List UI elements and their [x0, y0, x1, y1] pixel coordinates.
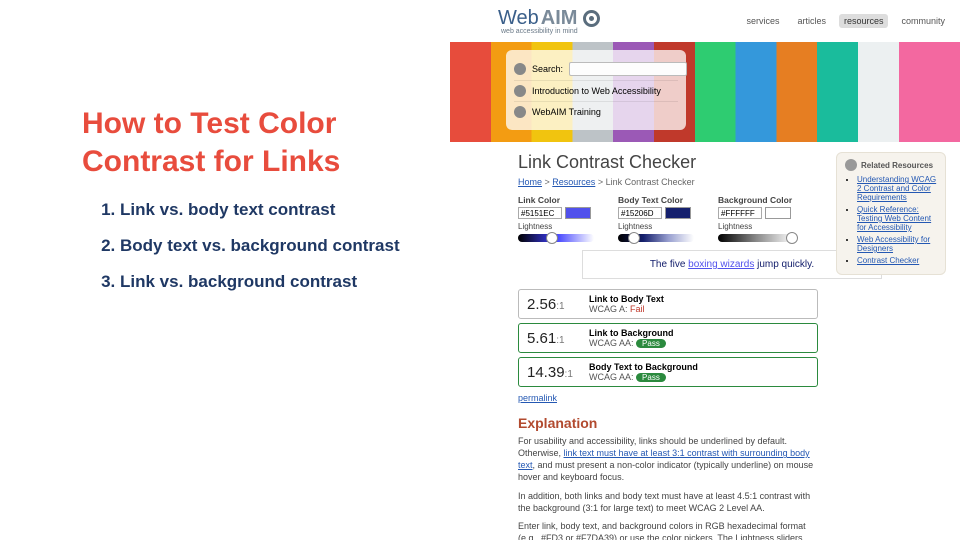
search-input[interactable]: [569, 62, 687, 76]
result-link-to-bg: 5.61:1 Link to Background WCAG AA: Pass: [518, 323, 818, 353]
sidebar-title: Related Resources: [845, 159, 937, 171]
top-nav: services articles resources community: [741, 14, 950, 28]
sample-post: jump quickly.: [754, 259, 814, 270]
body-color-label: Body Text Color: [618, 195, 698, 205]
result-level: WCAG AA:: [589, 338, 634, 348]
logo-tagline: web accessibility in mind: [498, 28, 600, 35]
ratio-value: 5.61: [527, 330, 556, 347]
bg-color-swatch[interactable]: [765, 207, 791, 219]
result-title: Link to Body Text: [589, 294, 809, 304]
color-inputs-row: Link Color Lightness Body Text Color Lig…: [518, 195, 798, 242]
link-color-box: Link Color Lightness: [518, 195, 598, 242]
explanation-p3: Enter link, body text, and background co…: [518, 520, 818, 540]
logo-text-aim: AIM: [541, 7, 578, 30]
body-lightness-slider[interactable]: [618, 234, 694, 242]
result-title: Link to Background: [589, 328, 809, 338]
hero-link-intro[interactable]: Introduction to Web Accessibility: [532, 86, 661, 96]
result-link-to-body: 2.56:1 Link to Body Text WCAG A: Fail: [518, 289, 818, 319]
sidebar-link[interactable]: Quick Reference: Testing Web Content for…: [857, 205, 931, 232]
explanation-p1: For usability and accessibility, links s…: [518, 435, 818, 484]
result-title: Body Text to Background: [589, 362, 809, 372]
search-label: Search:: [532, 64, 563, 74]
nav-link-articles[interactable]: articles: [792, 14, 831, 28]
slide-list: Link vs. body text contrast Body text vs…: [82, 200, 432, 292]
breadcrumb-current: Link Contrast Checker: [606, 177, 695, 187]
sidebar-link[interactable]: Web Accessibility for Designers: [857, 235, 930, 253]
hero-link-training[interactable]: WebAIM Training: [532, 107, 601, 117]
nav-link-services[interactable]: services: [741, 14, 784, 28]
link-color-label: Link Color: [518, 195, 598, 205]
body-color-hex-input[interactable]: [618, 207, 662, 219]
ratio-value: 2.56: [527, 296, 556, 313]
result-body-to-bg: 14.39:1 Body Text to Background WCAG AA:…: [518, 357, 818, 387]
result-status: Fail: [630, 304, 645, 314]
bg-lightness-slider[interactable]: [718, 234, 794, 242]
ratio-value: 14.39: [527, 364, 565, 381]
sidebar-link[interactable]: Contrast Checker: [857, 256, 919, 265]
body-color-swatch[interactable]: [665, 207, 691, 219]
logo-text-web: Web: [498, 7, 539, 30]
link-lightness-slider[interactable]: [518, 234, 594, 242]
lightness-label: Lightness: [618, 222, 698, 231]
nav-link-resources[interactable]: resources: [839, 14, 889, 28]
lightness-label: Lightness: [718, 222, 798, 231]
nav-link-community[interactable]: community: [896, 14, 950, 28]
slide-list-item: Link vs. background contrast: [120, 272, 432, 292]
sample-pre: The five: [650, 259, 688, 270]
breadcrumb-resources[interactable]: Resources: [552, 177, 595, 187]
result-status: Pass: [636, 339, 666, 348]
topbar: WebAIM web accessibility in mind service…: [450, 0, 960, 42]
slide-title: How to Test Color Contrast for Links: [82, 105, 432, 180]
search-icon: [514, 63, 526, 75]
webaim-screenshot: WebAIM web accessibility in mind service…: [450, 0, 960, 540]
bulb-icon: [514, 85, 526, 97]
sidebar-link[interactable]: Understanding WCAG 2 Contrast and Color …: [857, 175, 936, 202]
breadcrumb-home[interactable]: Home: [518, 177, 542, 187]
gear-icon: [583, 10, 600, 27]
sample-link[interactable]: boxing wizards: [688, 259, 754, 270]
bg-color-label: Background Color: [718, 195, 798, 205]
slide-list-item: Body text vs. background contrast: [120, 236, 432, 256]
main-content: Link Contrast Checker Home > Resources >…: [450, 142, 960, 540]
result-level: WCAG A:: [589, 304, 628, 314]
result-status: Pass: [636, 373, 666, 382]
hero-banner: Search: Introduction to Web Accessibilit…: [450, 42, 960, 142]
explanation-heading: Explanation: [518, 415, 946, 431]
result-level: WCAG AA:: [589, 372, 634, 382]
lightness-label: Lightness: [518, 222, 598, 231]
bg-color-hex-input[interactable]: [718, 207, 762, 219]
slide-list-item: Link vs. body text contrast: [120, 200, 432, 220]
explanation-p2: In addition, both links and body text mu…: [518, 490, 818, 514]
permalink-link[interactable]: permalink: [518, 393, 557, 403]
webaim-logo[interactable]: WebAIM: [498, 7, 600, 30]
link-color-swatch[interactable]: [565, 207, 591, 219]
slide-text-panel: How to Test Color Contrast for Links Lin…: [82, 105, 432, 308]
bg-color-box: Background Color Lightness: [718, 195, 798, 242]
hero-overlay: Search: Introduction to Web Accessibilit…: [506, 50, 686, 130]
body-color-box: Body Text Color Lightness: [618, 195, 698, 242]
training-icon: [514, 106, 526, 118]
link-color-hex-input[interactable]: [518, 207, 562, 219]
related-resources-sidebar: Related Resources Understanding WCAG 2 C…: [836, 152, 946, 275]
